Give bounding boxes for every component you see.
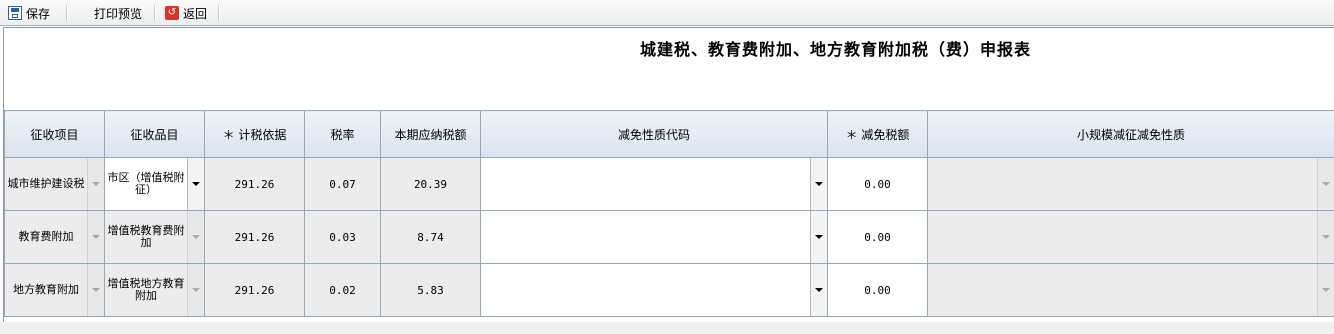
tax-basis-cell: 291.26: [204, 157, 305, 211]
header-collection-item: 征收项目: [4, 110, 105, 158]
tax-payable-cell: 5.83: [380, 263, 481, 317]
declaration-table: 征收项目 征收品目 ＊ 计税依据 税率 本期应纳税额 减免性质代码 ＊ 减免税额…: [4, 110, 1334, 317]
collection-item-value: 城市维护建设税: [7, 177, 85, 190]
chevron-down-icon[interactable]: [810, 158, 827, 210]
tax-payable-cell: 8.74: [380, 210, 481, 264]
back-icon: ↺: [165, 6, 179, 20]
collection-category-select: 增值税地方教育附加: [104, 263, 205, 317]
chevron-down-icon: [1317, 264, 1334, 316]
chevron-down-icon[interactable]: [187, 158, 204, 210]
back-button[interactable]: ↺ 返回: [165, 3, 207, 23]
footer-strip: [0, 322, 1334, 334]
small-scale-relief-select: [927, 210, 1334, 264]
header-small-scale-relief: 小规模减征减免性质: [927, 110, 1334, 158]
back-label: 返回: [183, 6, 208, 21]
print-preview-button[interactable]: 打印预览: [94, 3, 142, 23]
relief-amount-input[interactable]: 0.00: [827, 263, 928, 317]
tax-rate-cell: 0.02: [304, 263, 381, 317]
header-relief-code: 减免性质代码: [480, 110, 828, 158]
collection-item-value: 地方教育附加: [13, 283, 79, 296]
chevron-down-icon: [87, 264, 104, 316]
save-button[interactable]: 保存: [8, 3, 50, 23]
save-icon: [8, 6, 22, 20]
collection-category-select[interactable]: 市区（增值税附征）: [104, 157, 205, 211]
toolbar-divider: [66, 5, 68, 21]
collection-item-select: 教育费附加: [4, 210, 105, 264]
chevron-down-icon[interactable]: [810, 211, 827, 263]
collection-item-select: 地方教育附加: [4, 263, 105, 317]
tax-basis-cell: 291.26: [204, 210, 305, 264]
tax-rate-cell: 0.07: [304, 157, 381, 211]
header-tax-rate: 税率: [304, 110, 381, 158]
collection-item-select: 城市维护建设税: [4, 157, 105, 211]
relief-code-select[interactable]: [480, 157, 828, 211]
table-header-row: 征收项目 征收品目 ＊ 计税依据 税率 本期应纳税额 减免性质代码 ＊ 减免税额…: [4, 110, 1334, 158]
relief-amount-input[interactable]: 0.00: [827, 210, 928, 264]
save-label: 保存: [26, 6, 51, 21]
relief-amount-input[interactable]: 0.00: [827, 157, 928, 211]
collection-category-value: 增值税教育费附加: [107, 224, 185, 249]
table-row: 地方教育附加 增值税地方教育附加 291.26 0.02 5.83 0.00: [4, 263, 1334, 317]
toolbar: 保存 打印预览 ↺ 返回: [0, 0, 1334, 26]
chevron-down-icon: [187, 264, 204, 316]
tax-payable-cell: 20.39: [380, 157, 481, 211]
collection-category-select: 增值税教育费附加: [104, 210, 205, 264]
small-scale-relief-select: [927, 263, 1334, 317]
header-tax-basis: ＊ 计税依据: [204, 110, 305, 158]
chevron-down-icon: [87, 211, 104, 263]
relief-code-select[interactable]: [480, 210, 828, 264]
toolbar-divider: [218, 5, 220, 21]
chevron-down-icon: [187, 211, 204, 263]
header-tax-payable: 本期应纳税额: [380, 110, 481, 158]
small-scale-relief-select: [927, 157, 1334, 211]
collection-item-value: 教育费附加: [18, 230, 74, 243]
chevron-down-icon: [1317, 158, 1334, 210]
header-relief-amount: ＊ 减免税额: [827, 110, 928, 158]
collection-category-value: 市区（增值税附征）: [107, 171, 185, 196]
table-row: 城市维护建设税 市区（增值税附征） 291.26 0.07 20.39 0.00: [4, 157, 1334, 211]
tax-rate-cell: 0.03: [304, 210, 381, 264]
toolbar-divider: [154, 5, 156, 21]
relief-code-select[interactable]: [480, 263, 828, 317]
collection-category-value: 增值税地方教育附加: [107, 277, 185, 302]
print-preview-label: 打印预览: [94, 6, 143, 21]
header-collection-category: 征收品目: [104, 110, 205, 158]
chevron-down-icon: [1317, 211, 1334, 263]
chevron-down-icon[interactable]: [810, 264, 827, 316]
tax-basis-cell: 291.26: [204, 263, 305, 317]
table-row: 教育费附加 增值税教育费附加 291.26 0.03 8.74 0.00: [4, 210, 1334, 264]
form-title: 城建税、教育费附加、地方教育附加税（费）申报表: [640, 40, 1032, 59]
chevron-down-icon: [87, 158, 104, 210]
